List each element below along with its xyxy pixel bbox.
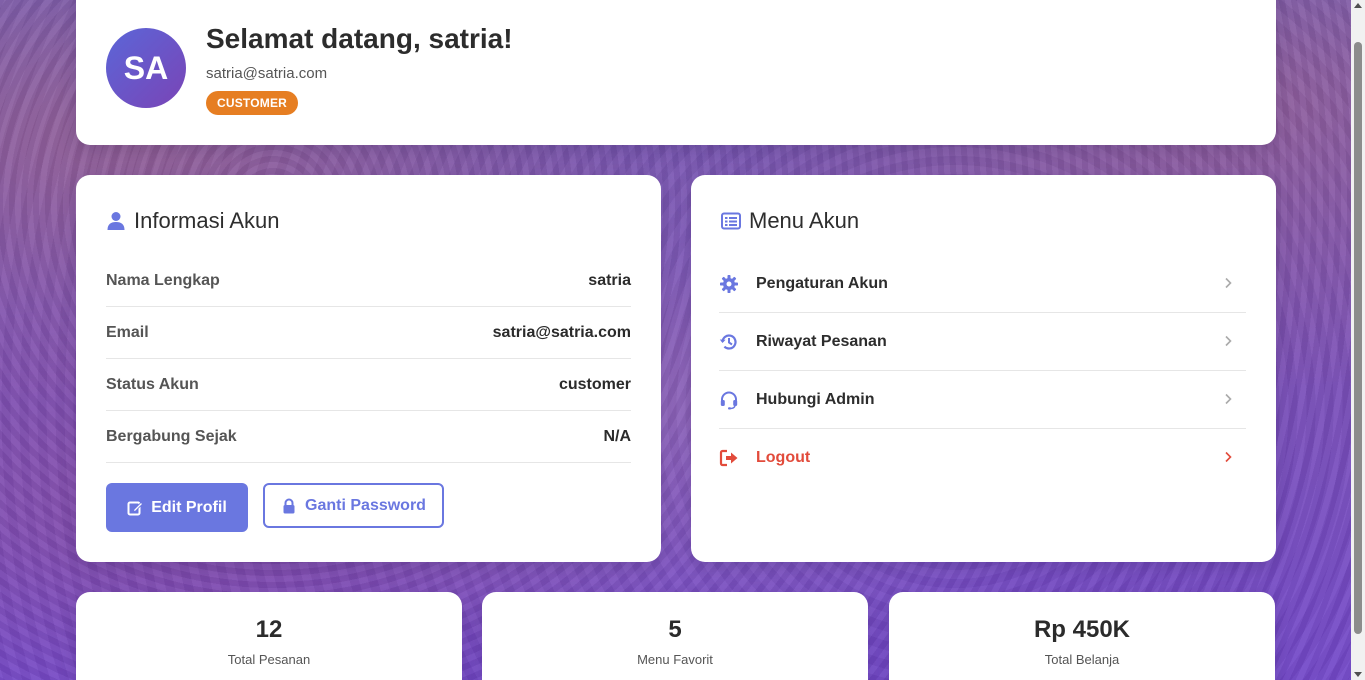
scroll-up-arrow-icon[interactable] xyxy=(1354,3,1362,8)
menu-item-label: Hubungi Admin xyxy=(756,390,875,408)
info-row-joined: Bergabung Sejak N/A xyxy=(106,411,631,463)
info-value: satria xyxy=(588,271,631,289)
info-label: Email xyxy=(106,323,149,341)
scroll-down-arrow-icon[interactable] xyxy=(1354,672,1362,677)
menu-item-label: Logout xyxy=(756,448,811,466)
info-row-full-name: Nama Lengkap satria xyxy=(106,255,631,307)
info-value: satria@satria.com xyxy=(492,323,631,341)
list-icon xyxy=(721,212,741,230)
menu-item-label: Pengaturan Akun xyxy=(756,274,888,292)
info-label: Bergabung Sejak xyxy=(106,427,237,445)
chevron-right-icon xyxy=(1225,451,1232,463)
stat-value: 12 xyxy=(255,616,283,643)
account-info-title: Informasi Akun xyxy=(134,208,280,233)
info-value: customer xyxy=(558,375,631,393)
stat-card-favorite-menu: 5 Menu Favorit xyxy=(482,592,868,680)
info-row-email: Email satria@satria.com xyxy=(106,307,631,359)
stat-label: Total Pesanan xyxy=(227,652,311,667)
menu-item-account-settings[interactable]: Pengaturan Akun xyxy=(719,255,1246,313)
account-menu-list: Pengaturan Akun Riwayat Pesanan Hubungi … xyxy=(719,255,1246,486)
stat-value: Rp 450K xyxy=(1033,616,1131,643)
account-menu-title: Menu Akun xyxy=(749,208,860,233)
logout-icon xyxy=(719,449,738,466)
chevron-right-icon xyxy=(1225,277,1232,289)
edit-icon xyxy=(127,501,144,515)
info-label: Status Akun xyxy=(106,375,199,393)
page-title: Selamat datang, satria! xyxy=(206,23,513,54)
stat-card-total-orders: 12 Total Pesanan xyxy=(76,592,462,680)
account-info-list: Nama Lengkap satria Email satria@satria.… xyxy=(106,255,631,463)
account-menu-card: Menu Akun Pengaturan Akun Riwayat Pesana… xyxy=(691,175,1276,562)
profile-header-card: SA Selamat datang, satria! satria@satria… xyxy=(76,0,1276,145)
history-icon xyxy=(719,333,737,350)
chevron-right-icon xyxy=(1225,335,1232,347)
stat-label: Total Belanja xyxy=(1044,652,1120,667)
account-menu-heading: Menu Akun xyxy=(721,208,859,234)
headset-icon xyxy=(720,391,738,409)
lock-icon xyxy=(283,498,295,513)
change-password-label: Ganti Password xyxy=(305,496,426,514)
change-password-button[interactable]: Ganti Password xyxy=(263,483,444,528)
menu-item-logout[interactable]: Logout xyxy=(719,429,1246,486)
page-scrollbar[interactable] xyxy=(1351,0,1365,680)
account-info-card: Informasi Akun Nama Lengkap satria Email… xyxy=(76,175,661,562)
menu-item-contact-admin[interactable]: Hubungi Admin xyxy=(719,371,1246,429)
role-badge: CUSTOMER xyxy=(206,91,299,115)
info-row-status: Status Akun customer xyxy=(106,359,631,411)
avatar: SA xyxy=(106,28,186,108)
menu-item-label: Riwayat Pesanan xyxy=(756,332,887,350)
edit-profile-button[interactable]: Edit Profil xyxy=(106,483,248,532)
user-icon xyxy=(107,212,125,230)
scroll-thumb[interactable] xyxy=(1354,42,1362,634)
stat-value: 5 xyxy=(668,616,682,643)
info-label: Nama Lengkap xyxy=(106,271,220,289)
user-email: satria@satria.com xyxy=(206,65,328,82)
edit-profile-label: Edit Profil xyxy=(151,498,227,516)
menu-item-order-history[interactable]: Riwayat Pesanan xyxy=(719,313,1246,371)
gear-icon xyxy=(720,274,738,293)
chevron-right-icon xyxy=(1225,393,1232,405)
account-info-heading: Informasi Akun xyxy=(106,208,280,234)
stat-card-total-spending: Rp 450K Total Belanja xyxy=(889,592,1275,680)
stat-label: Menu Favorit xyxy=(637,652,713,667)
info-value: N/A xyxy=(603,427,631,445)
